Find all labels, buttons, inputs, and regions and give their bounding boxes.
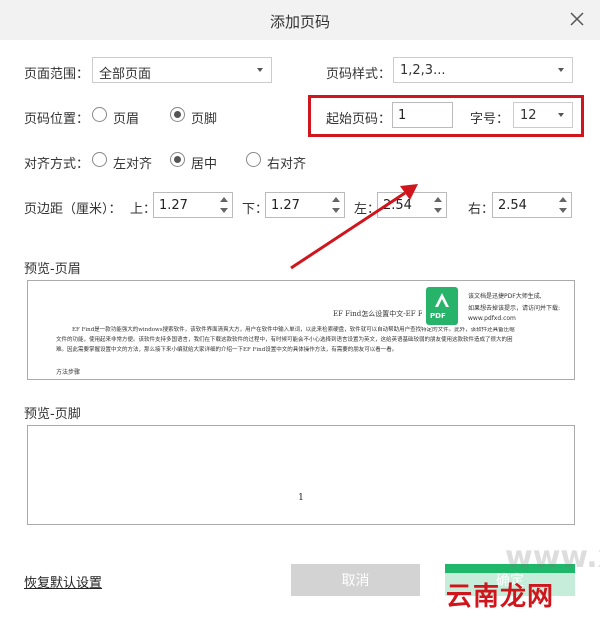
pdf-promo-overlay: PDF 该文档是迅捷PDF大师生成, 如果想去掉该提示，请访问并下载: www.… (422, 285, 572, 327)
watermark-badge: 云南龙网 (440, 573, 590, 612)
header-preview-pane: EF Find怎么设置中文-EF Find设置中文的方法 EF Find是一款功… (27, 280, 575, 380)
promo-line-1: 该文档是迅捷PDF大师生成, (468, 293, 542, 300)
watermark-text: 云南龙网 (446, 582, 555, 612)
restore-defaults-link[interactable]: 恢复默认设置 (24, 572, 102, 591)
pdf-logo-text: PDF (430, 312, 446, 320)
cancel-button[interactable]: 取消 (291, 564, 420, 596)
watermark-sub: www.xiazaiba.com (505, 540, 600, 575)
promo-line-2: 如果想去掉该提示，请访问并下载: (468, 305, 561, 312)
preview-method: 方法步骤 (56, 369, 81, 376)
preview-header-label: 预览-页眉 (24, 262, 81, 277)
footer-page-number: 1 (298, 493, 304, 503)
promo-line-3: www.pdfxd.com (468, 315, 516, 322)
preview-footer-label: 预览-页脚 (24, 407, 81, 422)
footer-preview-pane: 1 (27, 425, 575, 525)
preview-paragraph: EF Find是一款功能强大的windows搜索软件，该软件界面清爽大方，用户在… (56, 327, 515, 353)
